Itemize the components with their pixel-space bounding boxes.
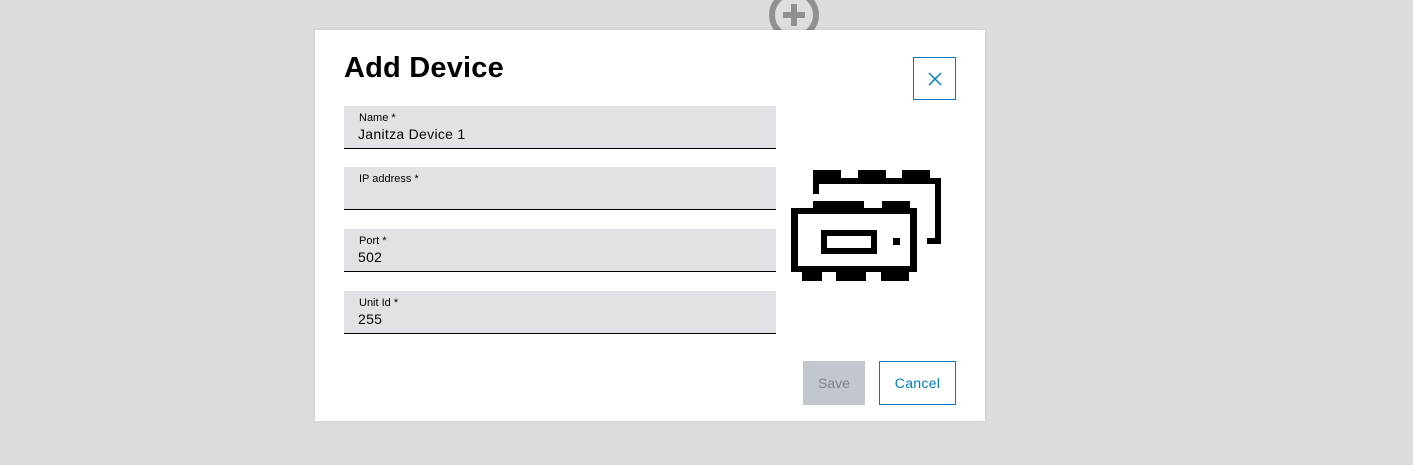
ip-address-input[interactable] xyxy=(358,186,758,204)
devices-icon xyxy=(789,168,945,291)
close-button[interactable] xyxy=(913,57,956,100)
cancel-button[interactable]: Cancel xyxy=(879,361,956,405)
close-icon xyxy=(927,71,942,86)
unit-id-field[interactable]: Unit Id * xyxy=(344,291,776,334)
ip-address-field[interactable]: IP address * xyxy=(344,167,776,210)
name-field[interactable]: Name * xyxy=(344,106,776,149)
dialog-title: Add Device xyxy=(344,52,504,84)
port-field[interactable]: Port * xyxy=(344,229,776,272)
port-input[interactable] xyxy=(358,248,758,266)
ip-address-label: IP address * xyxy=(359,173,419,185)
add-device-dialog: Add Device Name * IP address * Port * Un… xyxy=(315,30,985,421)
port-label: Port * xyxy=(359,235,387,247)
add-circle-icon xyxy=(767,0,821,30)
name-label: Name * xyxy=(359,112,396,124)
name-input[interactable] xyxy=(358,125,758,143)
save-button[interactable]: Save xyxy=(803,361,865,405)
unit-id-input[interactable] xyxy=(358,310,758,328)
unit-id-label: Unit Id * xyxy=(359,297,399,309)
